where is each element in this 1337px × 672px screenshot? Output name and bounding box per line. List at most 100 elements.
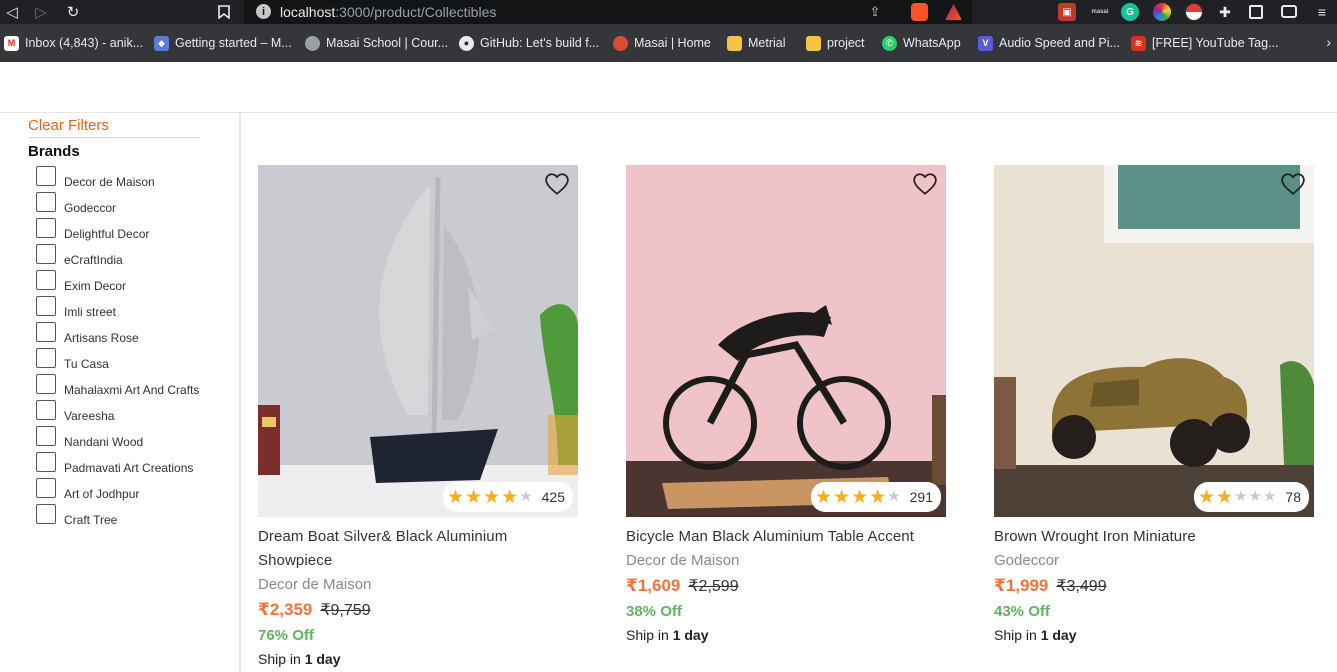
brand-label: Imli street: [64, 305, 117, 319]
brand-filter-option[interactable]: Nandani Wood: [36, 423, 199, 449]
brand-checkbox[interactable]: [36, 296, 56, 316]
brand-checkbox[interactable]: [36, 244, 56, 264]
original-price: ₹3,499: [1056, 578, 1107, 595]
star-icon: ★: [869, 486, 887, 508]
brand-filter-option[interactable]: Imli street: [36, 293, 199, 319]
masai-extension-icon[interactable]: masai: [1089, 3, 1111, 21]
extension-1-icon[interactable]: ▣: [1058, 3, 1076, 21]
product-card[interactable]: ★ ★ ★ ★ ★ 425 Dream Boat Silver& Black Alumini…: [258, 165, 578, 670]
brand-checkbox[interactable]: [36, 504, 56, 524]
brand-label: Vareesha: [64, 409, 115, 423]
star-icon: ★: [519, 488, 533, 505]
github-icon: ●: [459, 35, 474, 51]
brand-checkbox[interactable]: [36, 192, 56, 212]
brand-checkbox[interactable]: [36, 322, 56, 342]
product-title[interactable]: Dream Boat Silver& Black Aluminium Showp…: [258, 525, 578, 573]
layers-icon: ◆: [154, 35, 169, 51]
review-count: 78: [1285, 489, 1301, 505]
bookmark-item[interactable]: M Inbox (4,843) - anik...: [4, 34, 143, 52]
globe-icon: [305, 35, 320, 51]
brand-checkbox[interactable]: [36, 166, 56, 186]
product-image[interactable]: ★ ★ ★ ★ ★ 425: [258, 165, 578, 517]
bookmark-item[interactable]: V Audio Speed and Pi...: [978, 34, 1120, 52]
site-info-icon[interactable]: i: [256, 4, 271, 19]
rating-badge: ★ ★ ★ ★ ★ 291: [811, 482, 941, 512]
star-icon: ★: [465, 486, 483, 508]
bookmark-item[interactable]: ● GitHub: Let's build f...: [459, 34, 599, 52]
brand-checkbox[interactable]: [36, 218, 56, 238]
shipping-info: Ship in 1 day: [258, 651, 341, 667]
color-picker-icon[interactable]: [1153, 3, 1171, 21]
rating-badge: ★ ★ ★ ★ ★ 425: [443, 482, 573, 512]
brand-label: eCraftIndia: [64, 253, 123, 267]
grammarly-icon[interactable]: G: [1121, 3, 1139, 21]
brand-filter-option[interactable]: Craft Tree: [36, 501, 199, 527]
brave-shield-icon[interactable]: [911, 3, 928, 21]
bookmark-item[interactable]: Masai | Home: [613, 34, 711, 52]
folder-icon: [727, 35, 742, 51]
wishlist-heart-icon[interactable]: [1280, 171, 1306, 197]
brand-checkbox[interactable]: [36, 452, 56, 472]
brand-filter-option[interactable]: Decor de Maison: [36, 163, 199, 189]
bookmark-item[interactable]: ✆ WhatsApp: [882, 34, 961, 52]
brand-checkbox[interactable]: [36, 348, 56, 368]
brand-filter-option[interactable]: Art of Jodhpur: [36, 475, 199, 501]
reload-icon[interactable]: ↻: [63, 2, 83, 22]
brand-checkbox[interactable]: [36, 426, 56, 446]
rating-badge: ★ ★ ★ ★ ★ 78: [1193, 482, 1309, 512]
menu-icon[interactable]: ≡: [1313, 3, 1331, 21]
sale-price: ₹2,359: [258, 600, 313, 619]
product-image[interactable]: ★ ★ ★ ★ ★ 291: [626, 165, 946, 517]
bookmark-item[interactable]: Metrial: [727, 34, 786, 52]
brand-checkbox[interactable]: [36, 270, 56, 290]
star-icon: ★: [1216, 486, 1234, 508]
product-image[interactable]: ★ ★ ★ ★ ★ 78: [994, 165, 1314, 517]
brand-checkbox[interactable]: [36, 478, 56, 498]
brand-filter-option[interactable]: Exim Decor: [36, 267, 199, 293]
back-icon[interactable]: ◁: [2, 2, 22, 22]
brand-filter-option[interactable]: Godeccor: [36, 189, 199, 215]
bookmark-item[interactable]: Masai School | Cour...: [305, 34, 448, 52]
star-icon: ★: [483, 486, 501, 508]
gmail-icon: M: [4, 35, 19, 51]
star-icon: ★: [851, 486, 869, 508]
bookmark-icon[interactable]: [214, 2, 234, 22]
divider: [28, 137, 200, 138]
page-header: [0, 62, 1337, 113]
brand-checkbox[interactable]: [36, 374, 56, 394]
star-icon: ★: [1262, 488, 1277, 505]
address-bar[interactable]: i localhost:3000/product/Collectibles ⇪: [244, 0, 972, 24]
browser-toolbar: ◁ ▷ ↻ i localhost:3000/product/Collectib…: [0, 0, 1337, 24]
product-title[interactable]: Brown Wrought Iron Miniature: [994, 525, 1314, 549]
more-bookmarks-icon[interactable]: ›: [1326, 34, 1331, 50]
brand-filter-option[interactable]: Mahalaxmi Art And Crafts: [36, 371, 199, 397]
product-card[interactable]: ★ ★ ★ ★ ★ 78 Brown Wrought Iron Miniature Godec…: [994, 165, 1314, 646]
clear-filters-link[interactable]: Clear Filters: [28, 117, 109, 134]
brand-filter-option[interactable]: Tu Casa: [36, 345, 199, 371]
share-icon[interactable]: ⇪: [866, 3, 884, 21]
wishlist-heart-icon[interactable]: [544, 171, 570, 197]
product-title[interactable]: Bicycle Man Black Aluminium Table Accent: [626, 525, 946, 549]
price-row: ₹1,999 ₹3,499: [994, 573, 1314, 600]
brand-checkbox[interactable]: [36, 400, 56, 420]
brand-filter-option[interactable]: eCraftIndia: [36, 241, 199, 267]
bookmark-item[interactable]: ◆ Getting started – M...: [154, 34, 292, 52]
pokeball-icon[interactable]: [1185, 3, 1203, 21]
brand-filter-option[interactable]: Artisans Rose: [36, 319, 199, 345]
wallet-icon[interactable]: [1281, 5, 1297, 18]
product-card[interactable]: ★ ★ ★ ★ ★ 291 Bicycle Man Black Aluminium Tabl…: [626, 165, 946, 646]
shipping-info: Ship in 1 day: [626, 627, 709, 643]
brand-filter-option[interactable]: Vareesha: [36, 397, 199, 423]
star-icon: ★: [887, 488, 901, 505]
forward-icon[interactable]: ▷: [31, 2, 51, 22]
sidebar-toggle-icon[interactable]: [1249, 5, 1263, 19]
bookmark-item[interactable]: ≋ [FREE] YouTube Tag...: [1131, 34, 1278, 52]
wishlist-heart-icon[interactable]: [912, 171, 938, 197]
brand-label: Decor de Maison: [64, 175, 155, 189]
bookmark-item[interactable]: project: [806, 34, 865, 52]
brand-label: Nandani Wood: [64, 435, 144, 449]
brand-filter-option[interactable]: Padmavati Art Creations: [36, 449, 199, 475]
brand-label: Exim Decor: [64, 279, 127, 293]
extensions-puzzle-icon[interactable]: ✚: [1216, 3, 1234, 21]
brand-filter-option[interactable]: Delightful Decor: [36, 215, 199, 241]
